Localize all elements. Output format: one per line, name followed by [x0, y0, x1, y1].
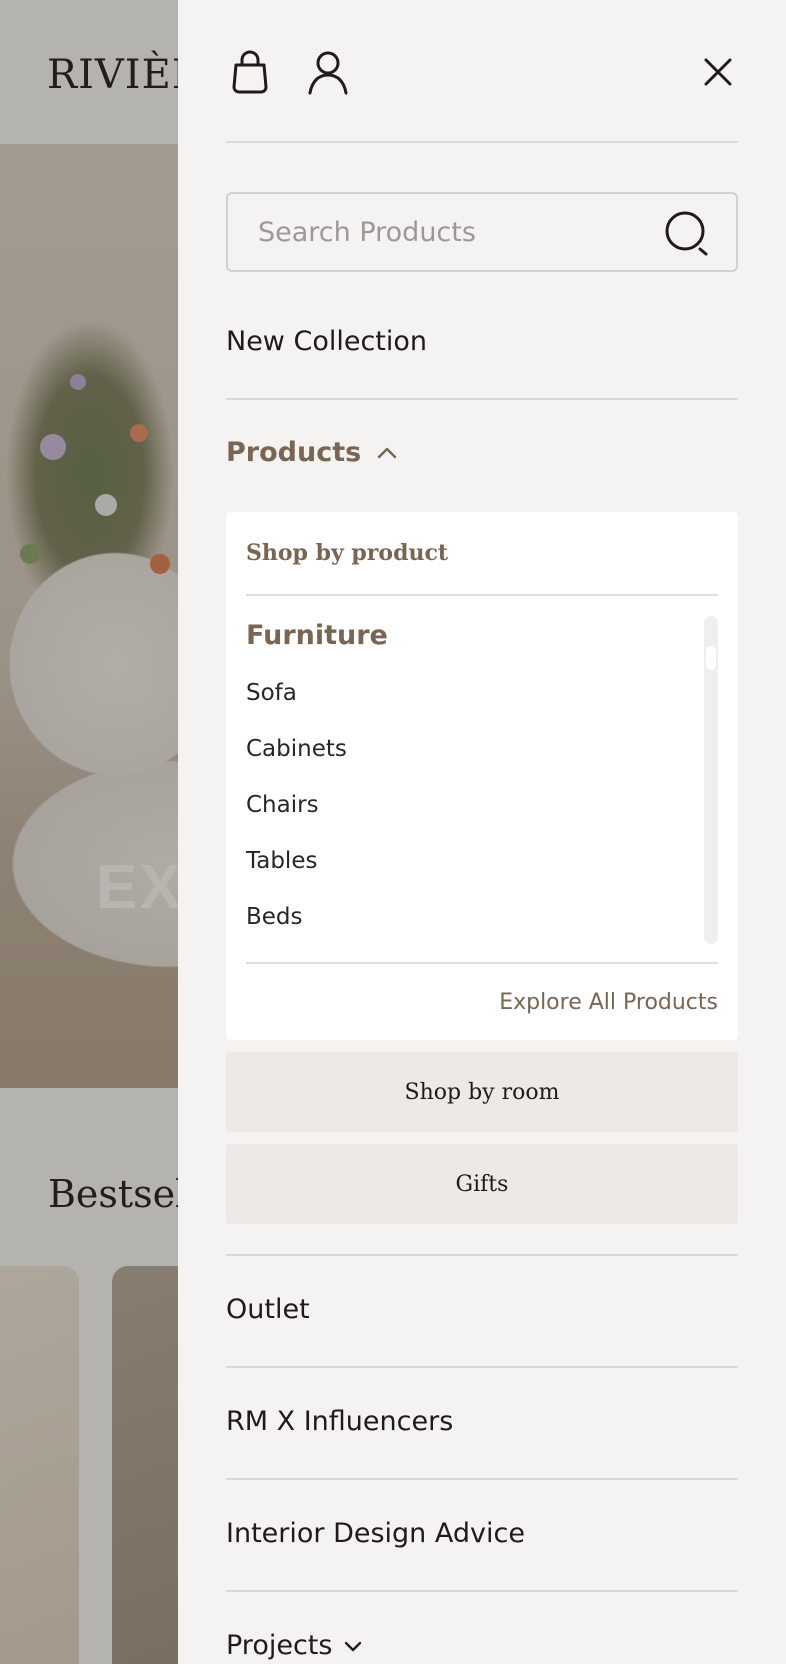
divider	[226, 398, 738, 400]
shop-by-room-button[interactable]: Shop by room	[226, 1052, 738, 1132]
nav-projects-label: Projects	[226, 1630, 333, 1661]
search-icon[interactable]	[664, 210, 710, 256]
divider	[226, 1254, 738, 1256]
scrollbar-thumb[interactable]	[706, 646, 716, 670]
nav-influencers[interactable]: RM X Influencers	[226, 1406, 453, 1437]
nav-interior-design-advice[interactable]: Interior Design Advice	[226, 1518, 525, 1549]
category-item-tables[interactable]: Tables	[246, 848, 317, 874]
divider	[226, 1478, 738, 1480]
chevron-down-icon	[345, 1641, 362, 1651]
nav-outlet[interactable]: Outlet	[226, 1294, 310, 1325]
nav-new-collection[interactable]: New Collection	[226, 326, 427, 357]
divider	[226, 141, 738, 143]
nav-projects[interactable]: Projects	[226, 1630, 362, 1661]
category-item-beds[interactable]: Beds	[246, 904, 303, 930]
category-item-cabinets[interactable]: Cabinets	[246, 736, 347, 762]
chevron-up-icon	[377, 447, 397, 458]
mobile-menu-drawer: New Collection Products Shop by product …	[178, 0, 786, 1664]
close-icon[interactable]	[698, 46, 738, 98]
divider	[246, 962, 718, 964]
drawer-header	[226, 0, 738, 144]
divider	[226, 1366, 738, 1368]
gifts-button[interactable]: Gifts	[226, 1144, 738, 1224]
shopping-bag-icon[interactable]	[226, 46, 274, 98]
panel-title: Shop by product	[246, 540, 449, 566]
search-input[interactable]	[258, 194, 658, 270]
category-item-chairs[interactable]: Chairs	[246, 792, 319, 818]
nav-products[interactable]: Products	[226, 437, 397, 468]
nav-products-label: Products	[226, 437, 362, 468]
category-furniture[interactable]: Furniture	[246, 620, 388, 651]
category-item-sofa[interactable]: Sofa	[246, 680, 297, 706]
divider	[246, 594, 718, 596]
user-icon[interactable]	[304, 46, 352, 98]
explore-all-products-link[interactable]: Explore All Products	[499, 990, 718, 1015]
scrollbar[interactable]	[704, 616, 718, 944]
divider	[226, 1590, 738, 1592]
products-submenu-panel: Shop by product Furniture Sofa Cabinets …	[226, 512, 738, 1040]
search-box	[226, 192, 738, 272]
